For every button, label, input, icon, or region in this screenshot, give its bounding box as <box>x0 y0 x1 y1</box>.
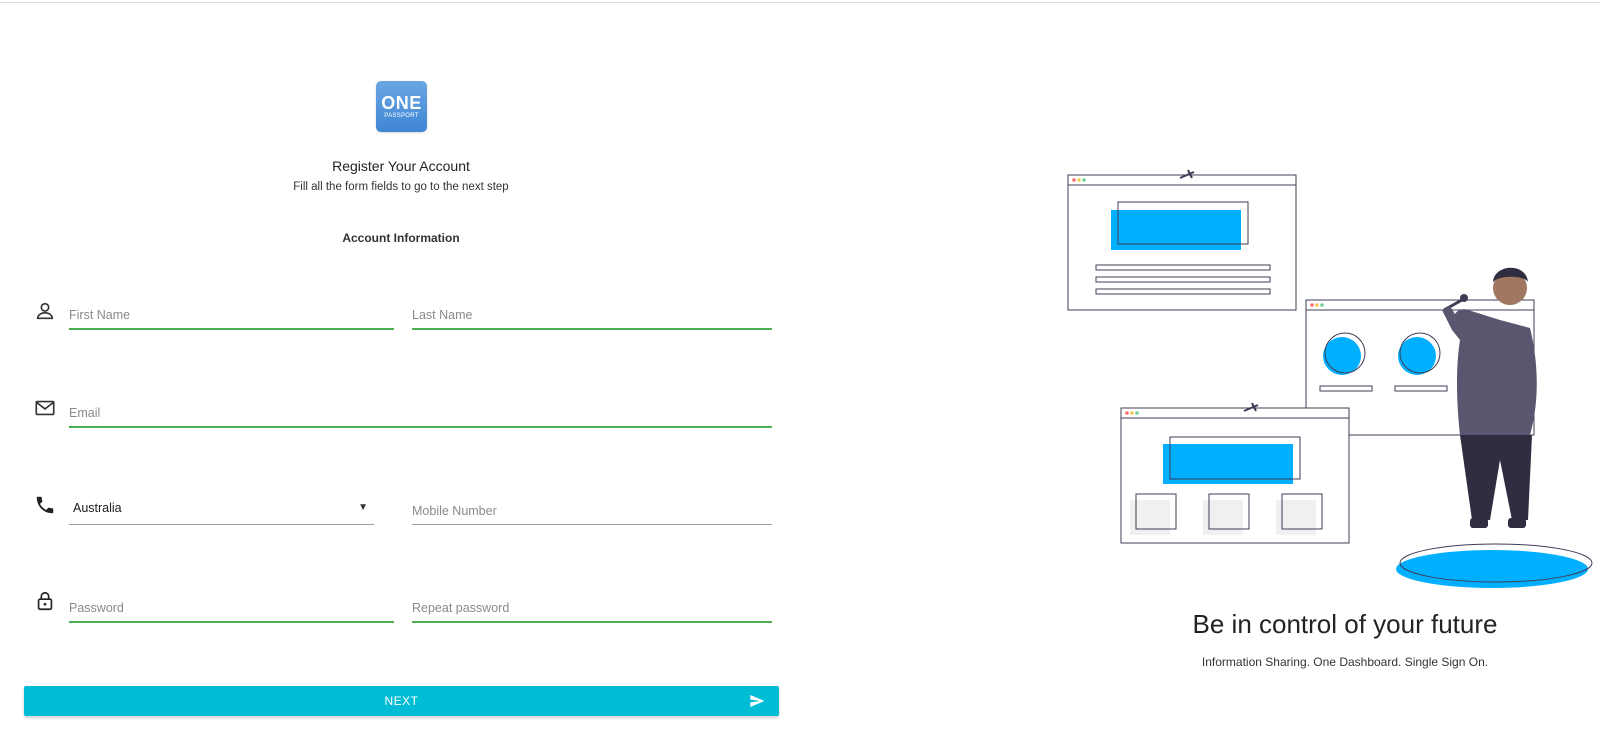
next-button[interactable]: NEXT <box>24 686 779 716</box>
last-name-field[interactable] <box>412 298 772 330</box>
mobile-number-input[interactable] <box>412 504 772 518</box>
last-name-input[interactable] <box>412 308 772 322</box>
repeat-password-input[interactable] <box>412 601 772 615</box>
envelope-icon <box>34 397 56 419</box>
page-subtitle: Fill all the form fields to go to the ne… <box>293 181 509 193</box>
browser-window-bottom <box>1120 402 1350 544</box>
section-title: Account Information <box>342 231 460 245</box>
password-input[interactable] <box>69 601 394 615</box>
repeat-password-field[interactable] <box>412 591 772 623</box>
person-icon <box>34 300 56 322</box>
phone-icon <box>34 494 56 516</box>
country-select[interactable]: Australia ▼ <box>69 494 374 525</box>
logo-text-top: ONE <box>381 93 422 113</box>
send-icon <box>750 695 765 707</box>
logo-text-bottom: PASSPORT <box>384 113 419 119</box>
browser-window-top <box>1067 169 1297 311</box>
top-divider <box>0 2 1600 3</box>
triangle-down-icon: ▼ <box>358 502 368 513</box>
next-button-label: NEXT <box>384 694 419 708</box>
promo-subtitle: Information Sharing. One Dashboard. Sing… <box>1201 655 1489 669</box>
password-field[interactable] <box>69 591 394 623</box>
one-passport-logo: ONE PASSPORT <box>376 81 427 132</box>
page-title: Register Your Account <box>332 158 470 174</box>
promo-title: Be in control of your future <box>1192 609 1498 639</box>
email-input[interactable] <box>69 406 772 420</box>
country-selected-value: Australia <box>73 501 122 515</box>
dashboard-illustration <box>1067 169 1593 588</box>
first-name-input[interactable] <box>69 308 394 322</box>
first-name-field[interactable] <box>69 298 394 330</box>
email-field[interactable] <box>69 396 772 428</box>
mobile-number-field[interactable] <box>412 494 772 525</box>
lock-icon <box>34 590 56 612</box>
